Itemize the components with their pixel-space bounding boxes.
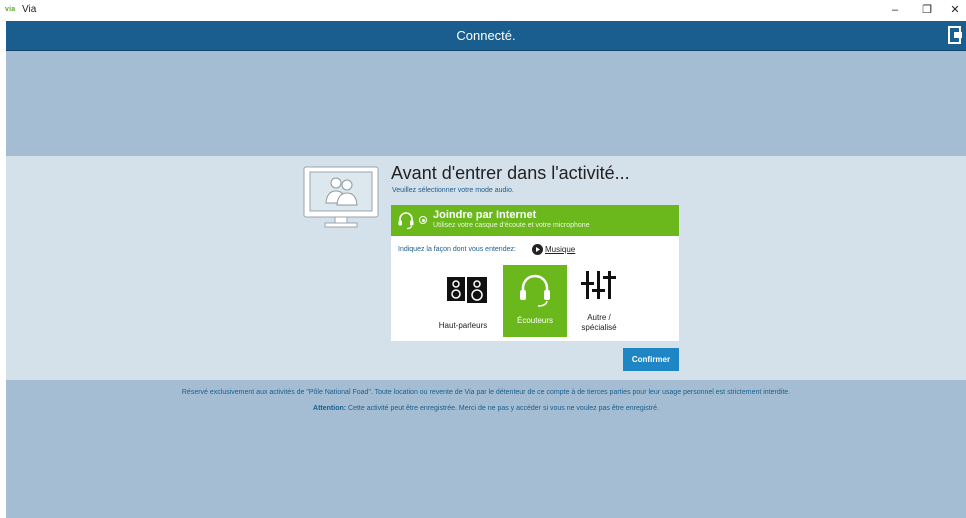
maximize-button[interactable]: ❐ [912,0,942,21]
option-description: Utilisez votre casque d'écoute et votre … [433,222,590,229]
app-content: Connecté. Avant d'entrer dans l'activité… [6,21,966,518]
speakers-icon [447,277,487,303]
connection-status: Connecté. [456,28,516,43]
option-title: Joindre par Internet [433,209,537,221]
audio-setup-band: Avant d'entrer dans l'activité... Veuill… [6,156,966,380]
minimize-button[interactable]: – [880,0,910,21]
monitor-users-icon [303,166,379,228]
headphones-icon [520,274,550,307]
choice-speakers[interactable]: Haut-parleurs [431,265,495,337]
close-button[interactable]: ✕ [940,0,966,21]
choice-speakers-label: Haut-parleurs [438,321,488,330]
option-internet-audio[interactable]: Joindre par Internet Utilisez votre casq… [391,205,679,236]
audio-options-panel: Joindre par Internet Utilisez votre casq… [391,205,679,341]
music-test-link[interactable]: Musique [545,245,575,254]
warning-text: Cette activité peut être enregistrée. Me… [346,405,659,412]
footer-legal-notice: Réservé exclusivement aux activités de "… [181,389,791,396]
page-title: Avant d'entrer dans l'activité... [391,163,630,183]
window-title: Via [22,4,37,15]
choice-other-label-line1: Autre / [587,313,611,322]
equalizer-icon [581,271,616,299]
page-subtitle: Veuillez sélectionner votre mode audio. [392,187,514,194]
internet-audio-radio[interactable] [419,216,427,224]
choice-headphones[interactable]: Écouteurs [503,265,567,337]
choice-headphones-label: Écouteurs [516,316,554,325]
header-bar: Connecté. [6,21,966,51]
choice-other-label-line2: spécialisé [581,323,617,332]
exit-door-icon[interactable] [948,26,962,44]
play-icon[interactable] [532,244,543,255]
window-titlebar: via Via – ❐ ✕ [0,0,966,21]
app-logo: via [5,6,16,13]
listening-hint: Indiquez la façon dont vous entendez: [398,246,516,253]
warning-label: Attention: [313,405,347,412]
choice-other[interactable]: Autre / spécialisé [567,265,631,337]
footer-warning: Attention: Cette activité peut être enre… [6,405,966,412]
headset-icon [398,212,414,230]
confirm-button[interactable]: Confirmer [623,348,679,371]
